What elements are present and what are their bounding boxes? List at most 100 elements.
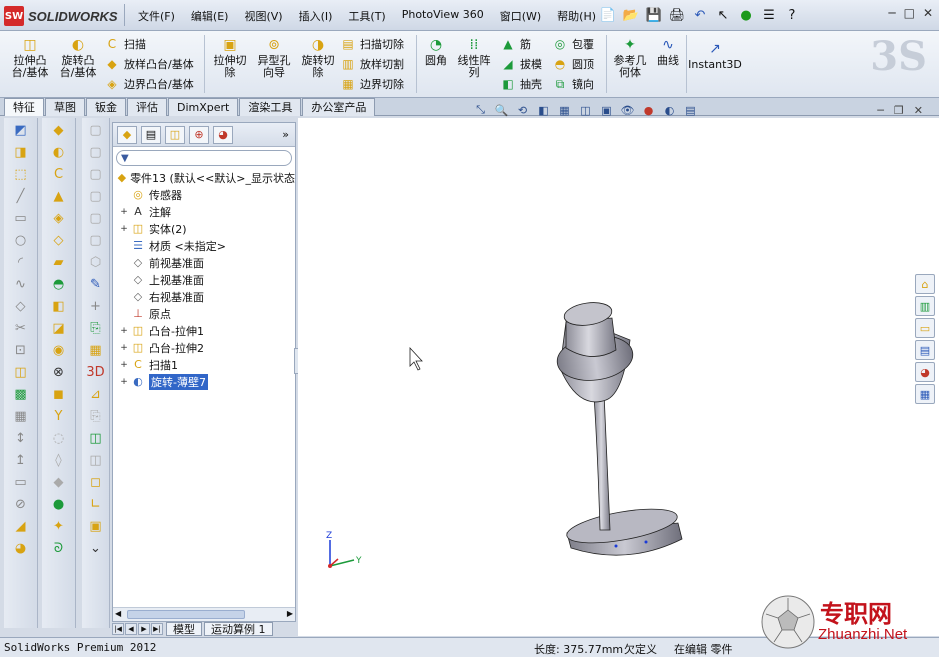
tree-node[interactable]: ◆ 零件13 (默认<<默认>_显示状态: [115, 169, 295, 186]
tab-sketch[interactable]: 草图: [45, 98, 85, 116]
menu-view[interactable]: 视图(V): [236, 8, 290, 24]
line-tool-icon[interactable]: ╱: [11, 186, 31, 206]
model-shaft[interactable]: [593, 392, 611, 531]
tab-model[interactable]: 模型: [166, 622, 202, 636]
shaded-sketch-icon[interactable]: ◕: [11, 538, 31, 558]
configuration-manager-tab-icon[interactable]: ◫: [165, 125, 185, 144]
custom-properties-icon[interactable]: ▦: [915, 384, 935, 404]
display-manager-tab-icon[interactable]: ◕: [213, 125, 233, 144]
scroll-right-icon[interactable]: ▶: [287, 609, 293, 618]
menu-insert[interactable]: 插入(I): [291, 8, 341, 24]
help-icon[interactable]: ?: [782, 5, 802, 25]
revolve-boss-button[interactable]: ◐ 旋转凸 台/基体: [56, 37, 100, 79]
view-orientation-icon[interactable]: ◫: [577, 103, 594, 117]
display-relations-icon[interactable]: ▦: [11, 406, 31, 426]
minimize-icon[interactable]: ─: [888, 6, 895, 20]
feature-boundary-icon[interactable]: ◈: [49, 208, 69, 228]
view-cube-icon[interactable]: ▣: [86, 516, 106, 536]
menu-help[interactable]: 帮助(H): [549, 8, 604, 24]
repair-sketch-icon[interactable]: ↕: [11, 428, 31, 448]
spline-tool-icon[interactable]: ∿: [11, 274, 31, 294]
view-back-icon[interactable]: ▢: [86, 142, 106, 162]
section-view-icon[interactable]: ◧: [535, 103, 552, 117]
loft-boss-button[interactable]: ◆ 放样凸台/基体: [104, 55, 193, 73]
tree-node[interactable]: ☰ 材质 <未指定>: [119, 237, 295, 254]
tree-node[interactable]: + ◐ 旋转-薄壁7: [119, 373, 295, 390]
open-icon[interactable]: 📂: [621, 5, 641, 25]
rebuild-traffic-light-icon[interactable]: ●: [736, 5, 756, 25]
menu-edit[interactable]: 编辑(E): [183, 8, 237, 24]
dimxpert-manager-tab-icon[interactable]: ⊕: [189, 125, 209, 144]
feature-hole-icon[interactable]: ◉: [49, 340, 69, 360]
undo-icon[interactable]: ↶: [690, 5, 710, 25]
extrude-tool-icon[interactable]: ⬚: [11, 164, 31, 184]
solidworks-resources-icon[interactable]: ⌂: [915, 274, 935, 294]
point-tool-icon[interactable]: ◇: [11, 296, 31, 316]
view-palette-icon[interactable]: ▤: [915, 340, 935, 360]
appearances-icon[interactable]: ◕: [915, 362, 935, 382]
rectangle-tool-icon[interactable]: ▭: [11, 208, 31, 228]
tab-motion-study-1[interactable]: 运动算例 1: [204, 622, 273, 636]
menu-window[interactable]: 窗口(W): [492, 8, 549, 24]
tree-filter-input[interactable]: ▼: [116, 150, 292, 166]
hole-wizard-button[interactable]: ⊚ 异型孔 向导: [252, 37, 296, 79]
scrollbar-thumb[interactable]: [127, 610, 245, 619]
view-box-icon[interactable]: ◻: [86, 472, 106, 492]
rapid-sketch-icon[interactable]: ▭: [11, 472, 31, 492]
instant2d-icon[interactable]: ◢: [11, 516, 31, 536]
feature-dome-icon[interactable]: ◓: [49, 274, 69, 294]
hide-show-items-icon[interactable]: 👁: [619, 103, 636, 117]
view-link-icon[interactable]: ⎘: [86, 318, 106, 338]
maximize-icon[interactable]: □: [904, 6, 915, 20]
expand-toggle-icon[interactable]: +: [119, 224, 129, 234]
feature-tree-tab-icon[interactable]: ◆: [117, 125, 137, 144]
expand-panel-icon[interactable]: »: [282, 128, 289, 141]
options-icon[interactable]: ☰: [759, 5, 779, 25]
boundary-boss-button[interactable]: ◈ 边界凸台/基体: [104, 75, 193, 93]
display-style-icon[interactable]: ▣: [598, 103, 615, 117]
view-top-icon[interactable]: ▢: [86, 208, 106, 228]
last-tab-icon[interactable]: ▶|: [151, 623, 163, 635]
instant3d-button[interactable]: ↗ Instant3D: [688, 41, 742, 71]
prev-tab-icon[interactable]: ◀: [125, 623, 137, 635]
circle-tool-icon[interactable]: ○: [11, 230, 31, 250]
zoom-to-area-icon[interactable]: 🔍: [493, 103, 510, 117]
tree-node[interactable]: + ◫ 凸台-拉伸2: [119, 339, 295, 356]
extrude-boss-button[interactable]: ◫ 拉伸凸 台/基体: [8, 37, 52, 79]
doc-restore-icon[interactable]: ❐: [894, 104, 904, 117]
feature-reference-icon[interactable]: ✦: [49, 516, 69, 536]
feature-helix-icon[interactable]: ᘐ: [49, 538, 69, 558]
edit-appearance-icon[interactable]: ●: [640, 103, 657, 117]
scroll-left-icon[interactable]: ◀: [115, 609, 121, 618]
feature-plane-icon[interactable]: ▰: [49, 252, 69, 272]
tree-node[interactable]: + C 扫描1: [119, 356, 295, 373]
linear-pattern-button[interactable]: ⁞⁞ 线性阵 列: [454, 37, 494, 79]
model-viewport[interactable]: Z Y: [298, 118, 939, 636]
offset-tool-icon[interactable]: ⊡: [11, 340, 31, 360]
mirror-button[interactable]: ⧉ 镜向: [552, 75, 594, 93]
wrap-button[interactable]: ◎ 包覆: [552, 35, 594, 53]
feature-combine-icon[interactable]: ◆: [49, 472, 69, 492]
expand-toggle-icon[interactable]: +: [119, 377, 129, 387]
property-manager-tab-icon[interactable]: ▤: [141, 125, 161, 144]
dome-button[interactable]: ◓ 圆顶: [552, 55, 594, 73]
rib-button[interactable]: ▲ 筋: [500, 35, 531, 53]
view-camera-icon[interactable]: ▦: [86, 340, 106, 360]
design-library-icon[interactable]: ▥: [915, 296, 935, 316]
tree-node[interactable]: ◎ 传感器: [119, 186, 295, 203]
expand-toggle-icon[interactable]: +: [119, 360, 129, 370]
tab-office-products[interactable]: 办公室产品: [302, 98, 376, 116]
boundary-cut-button[interactable]: ▦ 边界切除: [340, 75, 404, 93]
view-front-icon[interactable]: ▢: [86, 120, 106, 140]
feature-appearance-icon[interactable]: ●: [49, 494, 69, 514]
view-normal-to-icon[interactable]: ✎: [86, 274, 106, 294]
fillet-button[interactable]: ◔ 圆角: [420, 37, 452, 67]
feature-extrude-icon[interactable]: ◆: [49, 120, 69, 140]
tree-node[interactable]: ◇ 上视基准面: [119, 271, 295, 288]
revolve-cut-button[interactable]: ◑ 旋转切 除: [298, 37, 338, 79]
pattern-tool-icon[interactable]: ▩: [11, 384, 31, 404]
save-icon[interactable]: 💾: [644, 5, 664, 25]
reference-geometry-button[interactable]: ✦ 参考几 何体: [610, 37, 650, 79]
close-icon[interactable]: ✕: [923, 6, 933, 20]
view-settings-icon[interactable]: ▤: [682, 103, 699, 117]
